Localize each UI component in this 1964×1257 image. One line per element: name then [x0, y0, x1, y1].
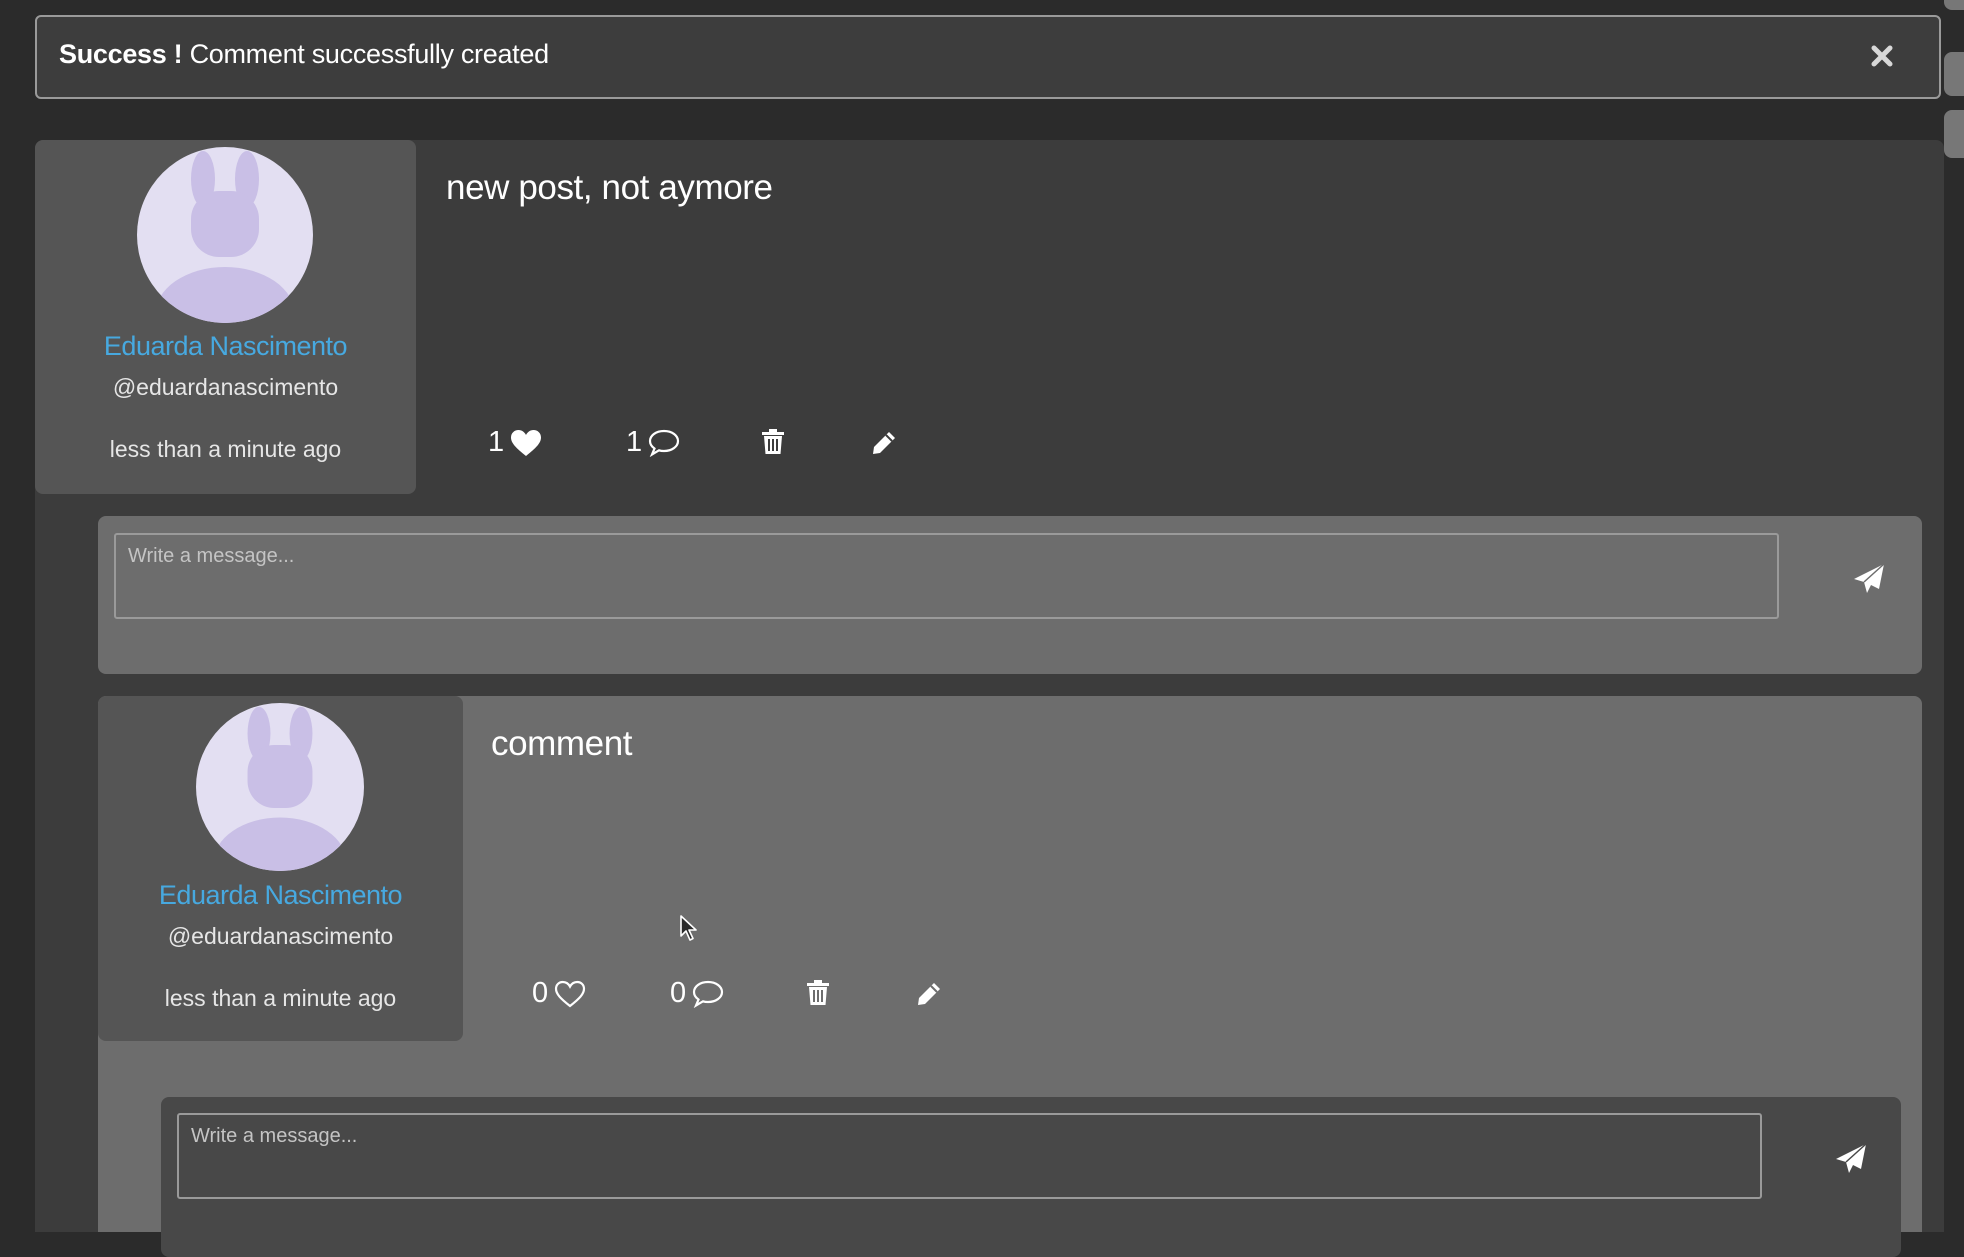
- author-handle: @eduardanascimento: [167, 923, 394, 949]
- paper-plane-icon: [1854, 563, 1885, 593]
- comment-author-panel: Eduarda Nascimento @eduardanascimento le…: [98, 696, 463, 1041]
- edge-button-bottom[interactable]: [1944, 110, 1964, 158]
- heart-filled-icon: [511, 429, 542, 456]
- message-input[interactable]: [114, 533, 1779, 619]
- post-card: Eduarda Nascimento @eduardanascimento le…: [35, 140, 1944, 1257]
- close-icon[interactable]: [1867, 41, 1897, 71]
- paper-plane-icon: [1836, 1143, 1867, 1173]
- avatar[interactable]: [137, 147, 313, 323]
- edit-button[interactable]: [870, 429, 898, 457]
- post-author-panel: Eduarda Nascimento @eduardanascimento le…: [35, 140, 416, 494]
- success-alert: Success ! Comment successfully created: [35, 15, 1941, 99]
- avatar[interactable]: [196, 703, 364, 871]
- send-button[interactable]: [1831, 1139, 1871, 1179]
- like-count: 0: [532, 977, 549, 1009]
- comments-button[interactable]: 0: [670, 977, 724, 1010]
- post-text: new post, not aymore: [446, 168, 773, 207]
- like-button[interactable]: 1: [488, 426, 542, 459]
- comment-card: Eduarda Nascimento @eduardanascimento le…: [98, 696, 1922, 1257]
- alert-message: Success ! Comment successfully created: [59, 39, 549, 70]
- comments-button[interactable]: 1: [626, 426, 680, 459]
- comment-count: 0: [670, 977, 687, 1009]
- like-count: 1: [488, 426, 505, 458]
- post-comment-composer: [98, 516, 1922, 674]
- pencil-icon: [873, 432, 895, 454]
- bunny-avatar-icon: [155, 151, 295, 323]
- reply-composer: [161, 1097, 1901, 1257]
- comment-timestamp: less than a minute ago: [164, 985, 397, 1011]
- edge-button-top[interactable]: [1944, 0, 1964, 10]
- like-button[interactable]: 0: [532, 977, 586, 1010]
- pencil-icon: [918, 983, 940, 1005]
- speech-bubble-icon: [649, 429, 680, 457]
- speech-bubble-icon: [693, 980, 724, 1008]
- bunny-avatar-icon: [213, 706, 347, 871]
- author-name-link[interactable]: Eduarda Nascimento: [35, 331, 416, 362]
- heart-outline-icon: [555, 980, 586, 1007]
- author-handle: @eduardanascimento: [112, 374, 339, 400]
- delete-button[interactable]: [806, 980, 830, 1006]
- edit-button[interactable]: [915, 980, 943, 1008]
- trash-icon: [762, 429, 784, 454]
- alert-strong: Success !: [59, 39, 183, 69]
- delete-button[interactable]: [761, 429, 785, 455]
- alert-body: Comment successfully created: [182, 39, 550, 69]
- comment-text: comment: [491, 724, 633, 763]
- message-input[interactable]: [177, 1113, 1762, 1199]
- trash-icon: [807, 980, 829, 1005]
- author-name-link[interactable]: Eduarda Nascimento: [98, 880, 463, 911]
- mouse-cursor-icon: [679, 914, 699, 947]
- send-button[interactable]: [1849, 559, 1889, 599]
- post-timestamp: less than a minute ago: [109, 436, 342, 462]
- comment-count: 1: [626, 426, 643, 458]
- edge-button-middle[interactable]: [1944, 52, 1964, 96]
